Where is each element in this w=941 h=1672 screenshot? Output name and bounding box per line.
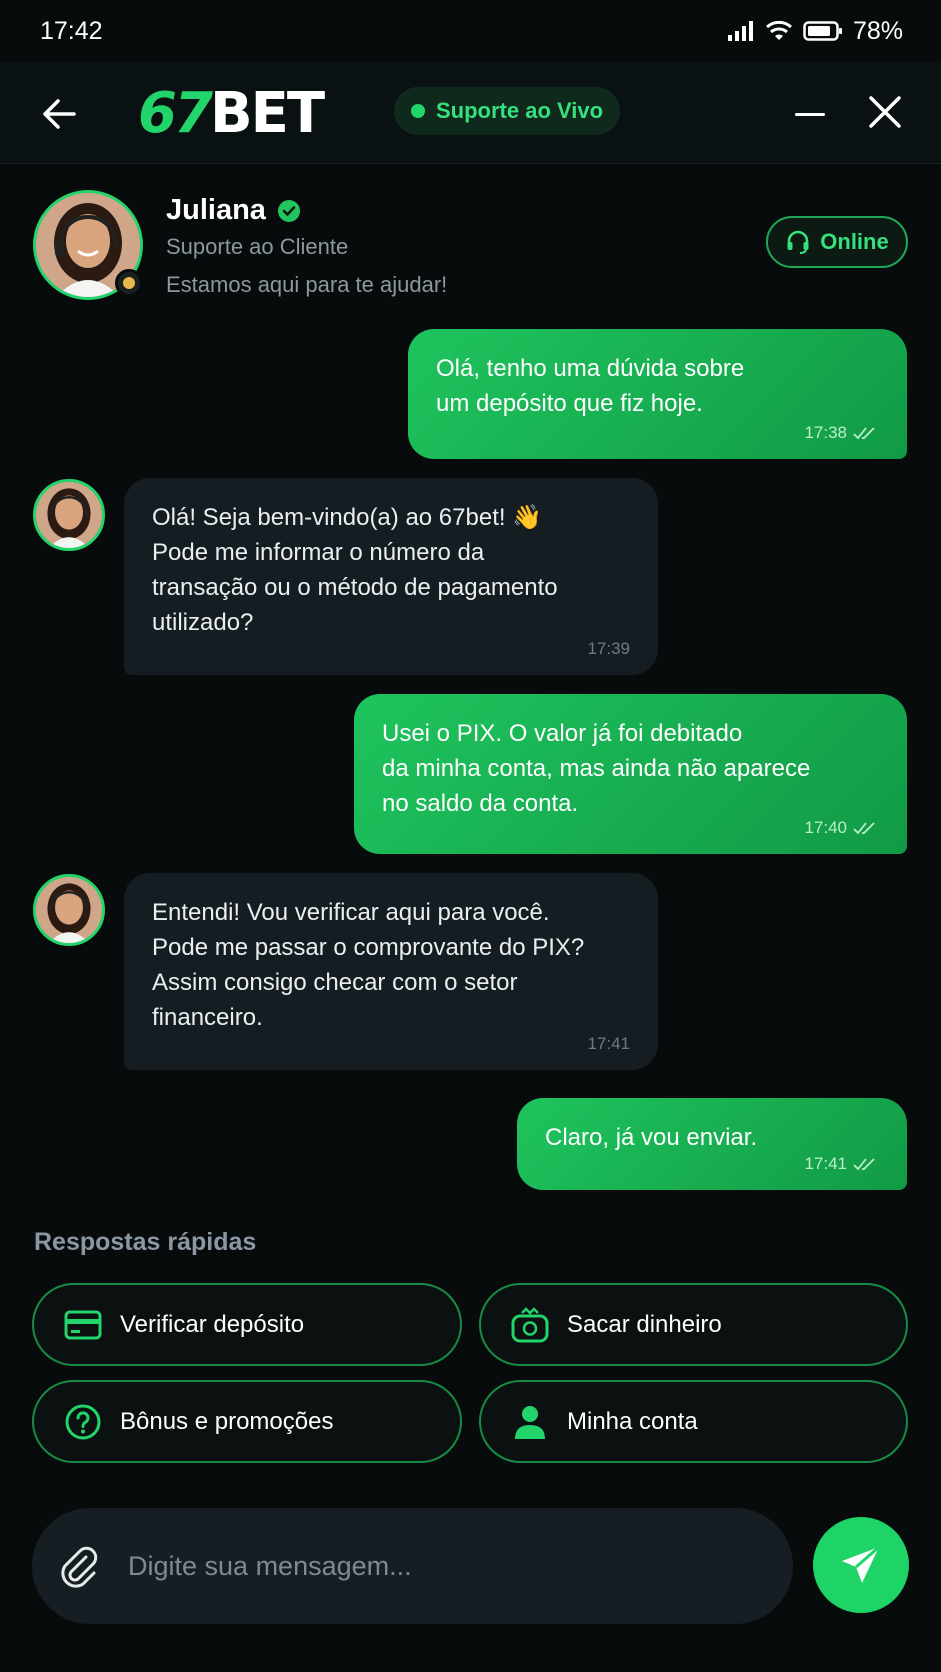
double-check-icon bbox=[853, 1158, 875, 1171]
status-icons: 78% bbox=[727, 17, 903, 46]
attach-button[interactable] bbox=[56, 1543, 104, 1591]
close-button[interactable] bbox=[865, 92, 905, 132]
brand-logo: 67 BET bbox=[138, 80, 325, 146]
message-meta: 17:41 bbox=[587, 1034, 630, 1054]
agent-portrait-icon bbox=[36, 877, 102, 943]
status-bar: 17:42 78% bbox=[0, 0, 941, 62]
logo-number: 67 bbox=[138, 80, 213, 146]
message-text: Usei o PIX. O valor já foi debitado da m… bbox=[382, 720, 811, 817]
agent-portrait-icon bbox=[36, 482, 102, 548]
message-time: 17:38 bbox=[804, 423, 847, 442]
message-meta: 17:41 bbox=[804, 1154, 879, 1174]
cash-icon bbox=[511, 1306, 549, 1342]
send-button[interactable] bbox=[813, 1517, 909, 1613]
quick-reply-label: Sacar dinheiro bbox=[567, 1310, 722, 1338]
quick-reply-withdraw[interactable]: Sacar dinheiro bbox=[479, 1283, 908, 1366]
agent-name: Juliana bbox=[166, 194, 302, 227]
message-time: 17:39 bbox=[587, 639, 630, 658]
message-meta: 17:40 bbox=[804, 818, 879, 838]
message-text: Entendi! Vou verificar aqui para você. P… bbox=[152, 899, 585, 1031]
message-meta: 17:39 bbox=[587, 639, 630, 659]
message-text: Olá! Seja bem-vindo(a) ao 67bet! 👋 Pode … bbox=[152, 504, 558, 636]
battery-icon bbox=[803, 21, 842, 41]
quick-reply-account[interactable]: Minha conta bbox=[479, 1380, 908, 1463]
verified-icon bbox=[277, 199, 300, 222]
message-time: 17:41 bbox=[804, 1154, 847, 1173]
message-meta: 17:38 bbox=[804, 423, 879, 443]
logo-text: BET bbox=[209, 80, 325, 146]
live-dot-icon bbox=[411, 104, 425, 118]
wifi-icon bbox=[765, 20, 792, 40]
card-icon bbox=[64, 1310, 102, 1339]
message-time: 17:40 bbox=[804, 818, 847, 837]
message-bubble-user: Claro, já vou enviar. 17:41 bbox=[517, 1098, 907, 1190]
online-label: Online bbox=[820, 229, 889, 254]
quick-reply-bonus[interactable]: Bônus e promoções bbox=[32, 1380, 462, 1463]
minimize-button[interactable] bbox=[793, 102, 827, 126]
message-text: Olá, tenho uma dúvida sobre um depósito … bbox=[436, 355, 745, 417]
message-bubble-user: Usei o PIX. O valor já foi debitado da m… bbox=[354, 694, 907, 854]
send-icon bbox=[842, 1545, 880, 1583]
message-text: Claro, já vou enviar. bbox=[545, 1124, 758, 1151]
question-icon bbox=[65, 1404, 101, 1439]
message-bubble-user: Olá, tenho uma dúvida sobre um depósito … bbox=[408, 329, 907, 459]
signal-icon bbox=[727, 21, 753, 41]
message-bubble-agent: Entendi! Vou verificar aqui para você. P… bbox=[124, 873, 658, 1070]
back-button[interactable] bbox=[38, 92, 82, 136]
paperclip-icon bbox=[61, 1546, 98, 1588]
quick-reply-label: Minha conta bbox=[567, 1407, 698, 1435]
agent-status-badge bbox=[115, 269, 143, 297]
agent-avatar-small bbox=[33, 874, 105, 946]
double-check-icon bbox=[853, 427, 875, 440]
message-composer bbox=[32, 1508, 793, 1624]
quick-reply-verify-deposit[interactable]: Verificar depósito bbox=[32, 1283, 462, 1366]
agent-avatar-small bbox=[33, 479, 105, 551]
quick-reply-label: Bônus e promoções bbox=[120, 1407, 334, 1435]
message-bubble-agent: Olá! Seja bem-vindo(a) ao 67bet! 👋 Pode … bbox=[124, 478, 658, 675]
agent-info: Juliana Suporte ao Cliente Estamos aqui … bbox=[0, 164, 941, 316]
agent-name-text: Juliana bbox=[166, 194, 266, 226]
quick-replies-title: Respostas rápidas bbox=[34, 1228, 257, 1256]
battery-level: 78% bbox=[852, 16, 903, 45]
user-icon bbox=[515, 1405, 545, 1439]
live-support-label: Suporte ao Vivo bbox=[436, 98, 604, 123]
chat-header: 67 BET Suporte ao Vivo bbox=[0, 62, 941, 164]
quick-reply-label: Verificar depósito bbox=[120, 1310, 305, 1338]
message-time: 17:41 bbox=[587, 1034, 630, 1053]
agent-tagline: Estamos aqui para te ajudar! bbox=[166, 272, 448, 297]
headset-icon bbox=[787, 230, 809, 254]
arrow-left-icon bbox=[43, 99, 76, 129]
double-check-icon bbox=[853, 822, 875, 835]
agent-role: Suporte ao Cliente bbox=[166, 234, 349, 259]
close-icon bbox=[869, 96, 901, 128]
online-status-badge: Online bbox=[766, 216, 908, 268]
message-input[interactable] bbox=[128, 1538, 748, 1594]
status-time: 17:42 bbox=[40, 16, 103, 45]
live-support-badge: Suporte ao Vivo bbox=[394, 87, 621, 135]
